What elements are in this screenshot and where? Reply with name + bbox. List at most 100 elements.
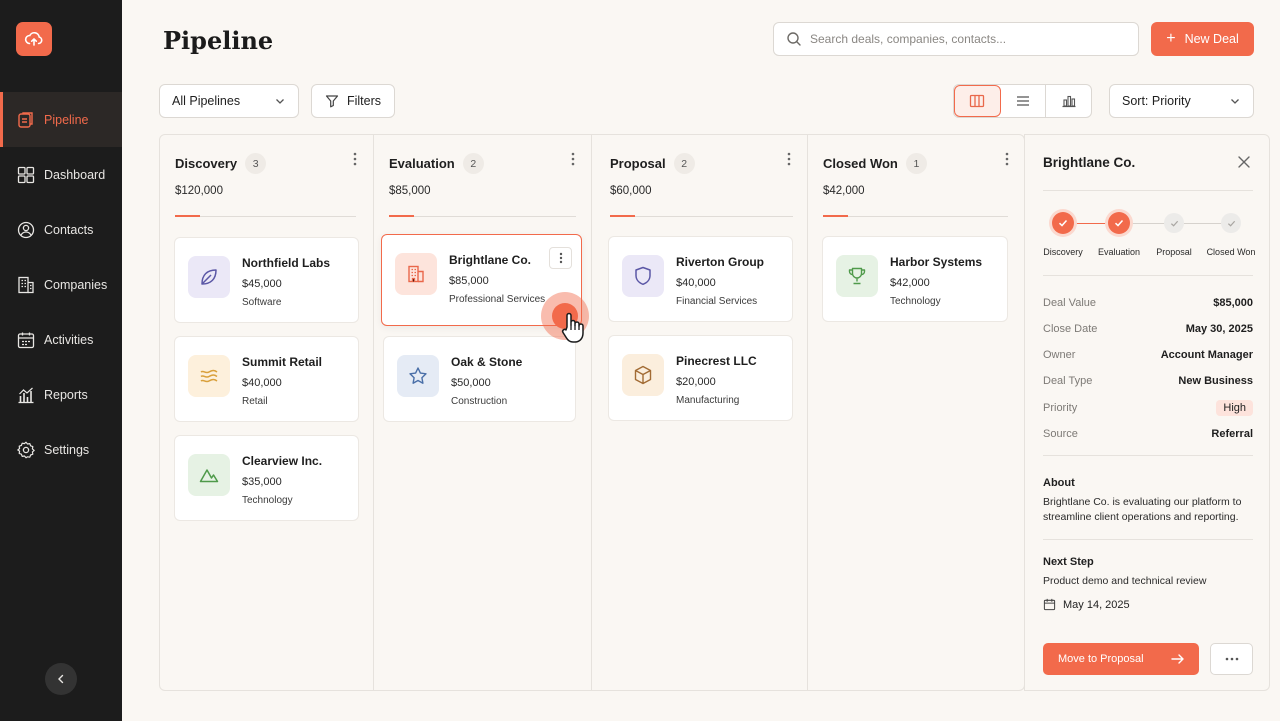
card-value: $50,000 <box>451 377 491 389</box>
star-icon <box>409 367 427 384</box>
move-button-label: Move to Proposal <box>1058 653 1144 665</box>
sidebar-item-label: Pipeline <box>44 112 89 127</box>
field-close-date: Close Date May 30, 2025 <box>1043 323 1253 335</box>
deal-card[interactable]: Oak & Stone $50,000 Construction <box>383 336 576 422</box>
deal-card[interactable]: Clearview Inc. $35,000 Technology <box>174 435 359 521</box>
more-vertical-icon <box>559 252 562 264</box>
list-view-button[interactable] <box>1001 85 1047 117</box>
card-value: $40,000 <box>676 277 716 289</box>
more-vertical-icon <box>1005 152 1009 166</box>
chevron-down-icon <box>1231 99 1239 104</box>
search-bar[interactable] <box>773 22 1139 56</box>
deal-card[interactable]: Harbor Systems $42,000 Technology <box>822 236 1008 322</box>
sidebar-item-label: Activities <box>44 332 94 347</box>
mountain-icon <box>199 469 219 483</box>
pipeline-select[interactable]: All Pipelines <box>159 84 299 118</box>
card-industry: Technology <box>890 296 941 307</box>
column-menu-button[interactable] <box>787 152 791 166</box>
sidebar-item-activities[interactable]: Activities <box>0 312 122 367</box>
sort-select-value: Sort: Priority <box>1122 94 1191 108</box>
column-menu-button[interactable] <box>571 152 575 166</box>
chevron-left-icon <box>58 674 64 684</box>
card-company: Pinecrest LLC <box>676 354 757 368</box>
list-view-icon <box>1017 96 1029 106</box>
card-industry: Software <box>242 297 282 308</box>
column-title: Proposal <box>610 156 666 171</box>
check-icon <box>1227 220 1235 227</box>
card-industry: Retail <box>242 396 268 407</box>
search-icon <box>787 32 801 46</box>
card-icon-tile <box>397 355 439 397</box>
card-icon-tile <box>188 355 230 397</box>
deal-card[interactable]: Summit Retail $40,000 Retail <box>174 336 359 422</box>
more-actions-button[interactable] <box>1210 643 1253 675</box>
pipeline-select-value: All Pipelines <box>172 94 241 108</box>
search-input[interactable] <box>810 32 1110 46</box>
new-deal-button[interactable]: + New Deal <box>1151 22 1254 56</box>
card-industry: Manufacturing <box>676 395 740 406</box>
stage-step-evaluation[interactable] <box>1108 212 1130 234</box>
more-vertical-icon <box>353 152 357 166</box>
column-count: 2 <box>462 153 484 174</box>
column-menu-button[interactable] <box>1005 152 1009 166</box>
check-icon <box>1170 220 1178 227</box>
column-title: Discovery <box>175 156 238 171</box>
stage-label: Closed Won <box>1206 247 1256 257</box>
app-logo[interactable] <box>16 22 52 56</box>
card-company: Brightlane Co. <box>449 253 532 267</box>
more-vertical-icon <box>787 152 791 166</box>
leaf-icon <box>201 269 217 285</box>
column-total: $120,000 <box>175 185 223 197</box>
deal-detail-panel: Brightlane Co. Discovery Evaluation Prop… <box>1024 134 1270 691</box>
dashboard-icon <box>17 166 35 183</box>
divider <box>1043 455 1253 456</box>
stage-step-proposal[interactable] <box>1164 213 1184 233</box>
sidebar-item-settings[interactable]: Settings <box>0 422 122 477</box>
divider <box>1043 190 1253 191</box>
stage-step-discovery[interactable] <box>1052 212 1074 234</box>
sidebar-item-label: Companies <box>44 277 108 292</box>
divider <box>1043 539 1253 540</box>
card-menu-button[interactable] <box>549 247 572 269</box>
sidebar-item-pipeline[interactable]: Pipeline <box>0 92 122 147</box>
field-owner: Owner Account Manager <box>1043 349 1253 361</box>
field-label: Owner <box>1043 349 1076 361</box>
field-value: Account Manager <box>1160 349 1253 361</box>
about-title: About <box>1043 477 1075 489</box>
companies-icon <box>18 276 34 293</box>
filters-button[interactable]: Filters <box>311 84 395 118</box>
card-company: Riverton Group <box>676 255 765 269</box>
board-view-button[interactable] <box>954 85 1001 117</box>
sidebar-item-contacts[interactable]: Contacts <box>0 202 122 257</box>
more-horizontal-icon <box>1225 657 1238 661</box>
card-industry: Professional Services <box>449 294 546 305</box>
hand-pointer-icon <box>561 312 584 343</box>
column-count: 2 <box>673 153 695 174</box>
sidebar-item-reports[interactable]: Reports <box>0 367 122 422</box>
waves-icon <box>200 369 218 383</box>
card-icon-tile <box>622 354 664 396</box>
column-count: 3 <box>245 153 267 174</box>
chart-view-button[interactable] <box>1046 85 1091 117</box>
column-evaluation: Evaluation 2 $85,000 Brightlane Co. $85,… <box>374 135 592 690</box>
priority-badge: High <box>1216 400 1253 416</box>
sort-select[interactable]: Sort: Priority <box>1109 84 1254 118</box>
column-progress <box>175 215 356 217</box>
sidebar-collapse-button[interactable] <box>45 663 77 695</box>
stage-step-closed-won[interactable] <box>1221 213 1241 233</box>
contacts-icon <box>17 221 35 238</box>
deal-card[interactable]: Pinecrest LLC $20,000 Manufacturing <box>608 335 793 421</box>
column-header: Discovery 3 <box>175 153 267 174</box>
deal-card[interactable]: Riverton Group $40,000 Financial Service… <box>608 236 793 322</box>
sidebar-item-companies[interactable]: Companies <box>0 257 122 312</box>
close-button[interactable] <box>1237 155 1251 174</box>
deal-card[interactable]: Northfield Labs $45,000 Software <box>174 237 359 323</box>
card-company: Northfield Labs <box>242 256 331 270</box>
field-priority: Priority High <box>1043 400 1253 416</box>
column-proposal: Proposal 2 $60,000 Riverton Group $40,00… <box>592 135 808 690</box>
move-to-proposal-button[interactable]: Move to Proposal <box>1043 643 1199 675</box>
column-menu-button[interactable] <box>353 152 357 166</box>
page-title: Pipeline <box>163 26 274 55</box>
column-header: Closed Won 1 <box>823 153 927 174</box>
sidebar-item-dashboard[interactable]: Dashboard <box>0 147 122 202</box>
